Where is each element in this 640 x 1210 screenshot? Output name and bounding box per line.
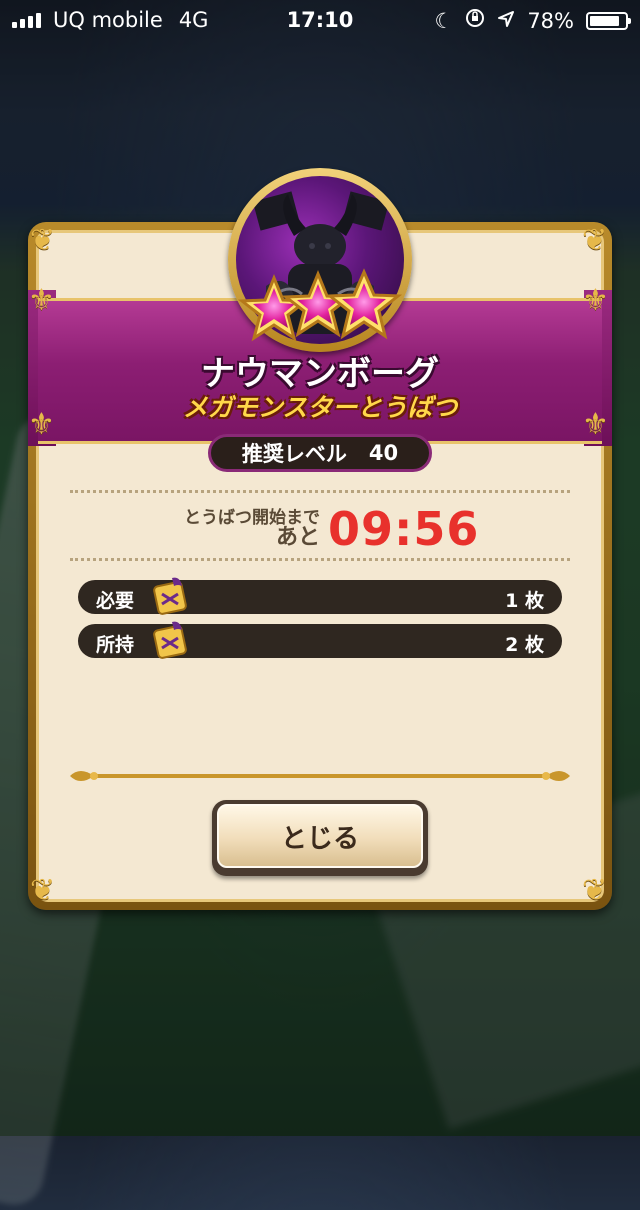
ornamental-divider: [70, 771, 570, 781]
star-rating: [238, 268, 403, 342]
owned-quantity: 2 枚: [505, 634, 544, 656]
recommended-level-badge: 推奨レベル 40: [208, 434, 432, 472]
close-button-label: とじる: [217, 804, 423, 868]
raid-type-subtitle: メガモンスターとうばつ: [182, 393, 458, 422]
corner-ornament-bottom-left-icon: ❦: [30, 873, 56, 908]
recommended-level-value: 40: [368, 441, 399, 465]
star-3-icon: [325, 268, 403, 340]
ribbon-fleur-left-top-icon: ⚜: [28, 283, 55, 318]
star-1-icon: [238, 274, 311, 342]
required-tickets-row: 必要 1 枚: [78, 577, 562, 615]
battery-percent: 78%: [527, 8, 574, 33]
close-button[interactable]: とじる: [212, 800, 428, 876]
owned-tickets-row: 所持 2 枚: [78, 621, 562, 659]
rotation-lock-icon: [465, 8, 485, 33]
raid-ticket-icon: [153, 577, 187, 615]
corner-ornament-top-right-icon: ❦: [582, 223, 608, 258]
do-not-disturb-moon-icon: ☾: [434, 8, 454, 33]
status-bar: UQ mobile 4G 17:10 ☾ 78%: [0, 0, 640, 40]
required-quantity: 1 枚: [505, 590, 544, 612]
corner-ornament-bottom-right-icon: ❦: [582, 873, 608, 908]
location-arrow-icon: [497, 9, 515, 33]
required-label: 必要: [96, 590, 135, 612]
recommended-level-label: 推奨レベル: [241, 442, 347, 466]
countdown-timer: 09:56: [328, 502, 480, 556]
ribbon-fleur-right-top-icon: ⚜: [582, 283, 609, 318]
status-bar-right: ☾ 78%: [434, 8, 631, 33]
countdown-label-line2: あと: [275, 525, 320, 550]
divider-dotted-bottom: [70, 558, 570, 561]
corner-ornament-top-left-icon: ❦: [30, 223, 56, 258]
owned-label: 所持: [96, 634, 135, 656]
battery-icon: [586, 11, 631, 30]
divider-dotted-top: [70, 490, 570, 493]
raid-ticket-icon: [153, 621, 187, 659]
countdown-label: とうばつ開始まで あと: [180, 508, 320, 550]
